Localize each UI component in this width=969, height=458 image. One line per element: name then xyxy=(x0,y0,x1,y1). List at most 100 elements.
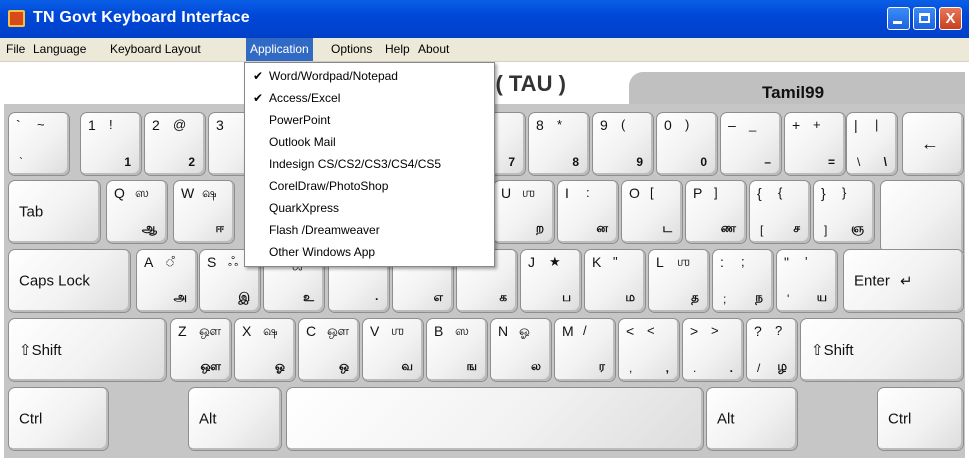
key-row1-9[interactable]: + + = xyxy=(784,112,846,176)
checkmark-icon: ✔ xyxy=(253,69,264,83)
key-row3-10[interactable]: " ' ' ய xyxy=(776,249,838,313)
key-row1-8[interactable]: – _ – xyxy=(720,112,782,176)
key-row1-7[interactable]: 0) 0 xyxy=(656,112,718,176)
key-row2-1[interactable]: Wஷ ஈ xyxy=(173,180,235,244)
key-row4-9[interactable]: ?? / ழ xyxy=(746,318,798,382)
key-row4-0[interactable]: Zஔஔ xyxy=(170,318,232,382)
menu-language[interactable]: Language xyxy=(29,38,90,61)
app-menu-item[interactable]: CorelDraw/PhotoShop xyxy=(245,175,492,197)
key-glyph-br: ல xyxy=(531,359,541,373)
key-row3-0[interactable]: Aஂ அ xyxy=(136,249,198,313)
app-menu-item[interactable]: Other Windows App xyxy=(245,241,492,263)
key-row2-6[interactable]: {{[ச xyxy=(749,180,811,244)
key-row2-2[interactable]: Uஶ ற xyxy=(493,180,555,244)
key-right-alt-label: Alt xyxy=(717,410,735,428)
key-caps-lock[interactable]: Caps Lock xyxy=(8,249,131,313)
key-glyph-br: எ xyxy=(433,290,443,304)
key-glyph-br: ச xyxy=(793,221,800,235)
key-glyph-bl: ; xyxy=(723,292,727,306)
key-right-ctrl[interactable]: Ctrl xyxy=(877,387,964,451)
key-right-shift[interactable]: ⇧Shift xyxy=(800,318,964,382)
key-left-shift[interactable]: ⇧Shift xyxy=(8,318,167,382)
key-glyph-tr: / xyxy=(583,323,587,338)
key-row1-10[interactable]: | | \ \ xyxy=(846,112,898,176)
menu-help[interactable]: Help xyxy=(381,38,414,61)
key-row4-7[interactable]: < <,, xyxy=(618,318,680,382)
key-glyph-tl: 1 xyxy=(88,117,96,133)
key-glyph-tl: Z xyxy=(178,323,187,339)
key-left-alt-label: Alt xyxy=(199,410,217,428)
app-menu-item[interactable]: ✔ Word/Wordpad/Notepad xyxy=(245,65,492,87)
app-menu-item[interactable]: Flash /Dreamweaver xyxy=(245,219,492,241)
key-row1-5[interactable]: 8 * 8 xyxy=(528,112,590,176)
key-row1-2[interactable]: 2 @2 xyxy=(144,112,206,176)
key-left-alt[interactable]: Alt xyxy=(188,387,282,451)
key-backspace[interactable]: ← xyxy=(902,112,964,176)
key-row2-7[interactable]: }}] ஞ xyxy=(813,180,875,244)
key-glyph-br: ங xyxy=(466,359,477,373)
key-row3-7[interactable]: K " ம xyxy=(584,249,646,313)
key-glyph-tr: ) xyxy=(685,117,690,132)
close-button[interactable]: X xyxy=(939,7,962,30)
app-menu-item[interactable]: QuarkXpress xyxy=(245,197,492,219)
key-row4-3[interactable]: Vஶ வ xyxy=(362,318,424,382)
app-menu-item[interactable]: Indesign CS/CS2/CS3/CS4/CS5 xyxy=(245,153,492,175)
menu-about[interactable]: About xyxy=(414,38,453,61)
key-glyph-tr: ஂ xyxy=(165,254,175,269)
key-glyph-br: ஞ xyxy=(851,221,864,235)
key-row2-5[interactable]: P] ண xyxy=(685,180,747,244)
maximize-icon xyxy=(919,13,930,23)
maximize-button[interactable] xyxy=(913,7,936,30)
app-menu-item[interactable]: Outlook Mail xyxy=(245,131,492,153)
key-row3-6[interactable]: J ★ ப xyxy=(520,249,582,313)
key-glyph-tl: | xyxy=(854,117,858,133)
key-row3-8[interactable]: Lஶ த xyxy=(648,249,710,313)
key-enter-top[interactable] xyxy=(880,180,964,253)
key-enter[interactable]: Enter ↵ xyxy=(843,249,964,313)
key-glyph-tr: ஷ xyxy=(263,323,278,338)
key-glyph-tr: ஸ xyxy=(135,185,149,200)
key-glyph-br: ந xyxy=(755,290,763,304)
key-row4-6[interactable]: M / ர xyxy=(554,318,616,382)
key-row4-1[interactable]: Xஷ ஓ xyxy=(234,318,296,382)
app-menu-item[interactable]: ✔ Access/Excel xyxy=(245,87,492,109)
key-glyph-tl: 9 xyxy=(600,117,608,133)
key-row2-4[interactable]: O [ட xyxy=(621,180,683,244)
app-menu-item-label: CorelDraw/PhotoShop xyxy=(269,179,389,193)
app-menu-item-label: PowerPoint xyxy=(269,113,331,127)
key-glyph-br: ண xyxy=(720,221,736,235)
key-space[interactable] xyxy=(286,387,704,451)
app-menu-item[interactable]: PowerPoint xyxy=(245,109,492,131)
key-row4-4[interactable]: Bஸ ங xyxy=(426,318,488,382)
key-glyph-tl: I xyxy=(565,185,569,201)
key-left-ctrl[interactable]: Ctrl xyxy=(8,387,109,451)
key-row4-5[interactable]: Nஓ ல xyxy=(490,318,552,382)
key-row1-0[interactable]: ` ~ ` xyxy=(8,112,70,176)
key-glyph-tl: Q xyxy=(114,185,125,201)
key-glyph-tr: ( xyxy=(621,117,626,132)
key-glyph-tr: ? xyxy=(775,323,783,338)
key-glyph-br: 1 xyxy=(124,155,131,169)
key-row4-8[interactable]: > >.. xyxy=(682,318,744,382)
key-glyph-tr: ' xyxy=(805,254,808,269)
key-row1-1[interactable]: 1! 1 xyxy=(80,112,142,176)
key-row2-0[interactable]: Qஸ ஆ xyxy=(106,180,168,244)
application-menu: ✔ Word/Wordpad/Notepad ✔ Access/Excel PowerP… xyxy=(244,62,495,267)
key-row1-6[interactable]: 9 (9 xyxy=(592,112,654,176)
key-glyph-tr: ] xyxy=(714,185,718,200)
key-glyph-br: , xyxy=(665,361,669,375)
menu-application[interactable]: Application xyxy=(246,38,313,61)
key-right-alt[interactable]: Alt xyxy=(706,387,798,451)
menu-options[interactable]: Options xyxy=(327,38,376,61)
key-row4-2[interactable]: Cஔ ஒ xyxy=(298,318,360,382)
key-tab[interactable]: Tab xyxy=(8,180,101,244)
key-glyph-br: க xyxy=(499,290,507,304)
minimize-button[interactable] xyxy=(887,7,910,30)
key-glyph-tl: B xyxy=(434,323,444,339)
key-row2-3[interactable]: I: ன xyxy=(557,180,619,244)
app-menu-item-label: Outlook Mail xyxy=(269,135,336,149)
key-glyph-br: உ xyxy=(303,290,314,304)
menu-file[interactable]: File xyxy=(2,38,29,61)
menu-keyboard-layout[interactable]: Keyboard Layout xyxy=(106,38,205,61)
key-row3-9[interactable]: :;; ந xyxy=(712,249,774,313)
